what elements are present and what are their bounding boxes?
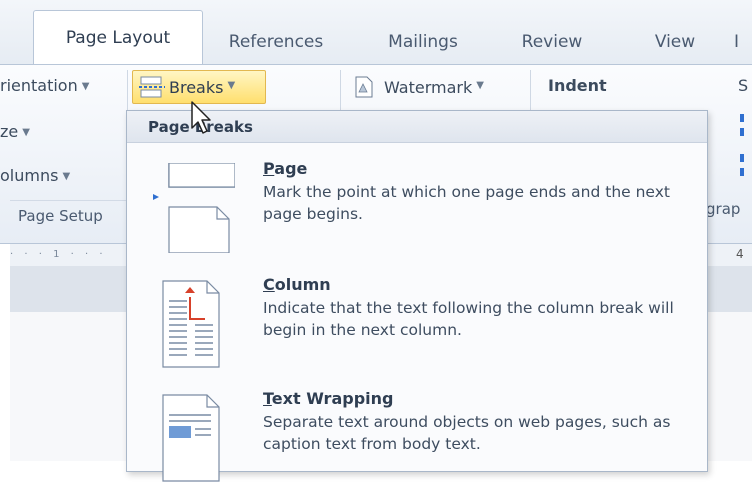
menu-item-title: Column	[263, 275, 331, 294]
page-break-icon	[153, 163, 235, 253]
ruler-ticks: · · · 1 · · ·	[10, 249, 107, 260]
menu-item-title: Text Wrapping	[263, 389, 394, 408]
chevron-down-icon: ▼	[476, 79, 484, 91]
column-break-icon	[162, 280, 220, 368]
watermark-label: Watermark	[384, 77, 473, 97]
group-label-page-setup: Page Setup	[10, 200, 134, 231]
menu-item-description: Mark the point at which one page ends an…	[263, 183, 670, 223]
menu-item-title: Page	[263, 159, 308, 178]
paragraph-spacing-icon[interactable]	[738, 110, 750, 180]
watermark-button[interactable]: Watermark ▼	[354, 76, 484, 98]
menu-item-column-break[interactable]: Column Indicate that the text following …	[127, 275, 707, 387]
columns-label: olumns	[0, 166, 59, 185]
tab-page-layout[interactable]: Page Layout	[33, 10, 203, 65]
watermark-icon	[355, 76, 373, 98]
breaks-dropdown-menu: Page Breaks Page Mark the point at which…	[126, 110, 708, 482]
breaks-icon	[139, 76, 165, 98]
chevron-down-icon: ▼	[62, 171, 71, 182]
menu-item-page-break[interactable]: Page Mark the point at which one page en…	[127, 159, 707, 271]
orientation-label: rientation	[0, 76, 78, 95]
tab-references[interactable]: References	[210, 20, 342, 64]
tab-view[interactable]: View	[636, 20, 714, 64]
breaks-label: Breaks	[169, 77, 224, 97]
spacing-label-partial: S	[738, 76, 749, 95]
menu-item-text-wrapping-break[interactable]: Text Wrapping Separate text around objec…	[127, 389, 707, 501]
text-wrapping-break-icon	[162, 394, 220, 482]
breaks-button[interactable]: Breaks ▼	[132, 70, 266, 104]
orientation-button[interactable]: rientation ▼	[0, 76, 89, 95]
ruler-number: 4	[736, 247, 744, 261]
chevron-down-icon: ▼	[22, 127, 30, 138]
size-button[interactable]: ze ▼	[0, 122, 30, 141]
ribbon-tab-strip: Page Layout References Mailings Review V…	[0, 0, 752, 65]
chevron-down-icon: ▼	[227, 79, 236, 91]
tab-review[interactable]: Review	[506, 20, 598, 64]
chevron-down-icon: ▼	[81, 81, 90, 92]
group-label-paragraph: grap	[706, 200, 741, 218]
indent-label: Indent	[548, 76, 607, 95]
tab-mailings[interactable]: Mailings	[368, 20, 478, 64]
columns-button[interactable]: olumns ▼	[0, 166, 70, 185]
size-label: ze	[0, 122, 19, 141]
tab-partial[interactable]: I	[734, 20, 752, 64]
mouse-pointer-icon	[191, 101, 211, 134]
menu-item-description: Separate text around objects on web page…	[263, 413, 671, 453]
menu-item-description: Indicate that the text following the col…	[263, 299, 674, 339]
